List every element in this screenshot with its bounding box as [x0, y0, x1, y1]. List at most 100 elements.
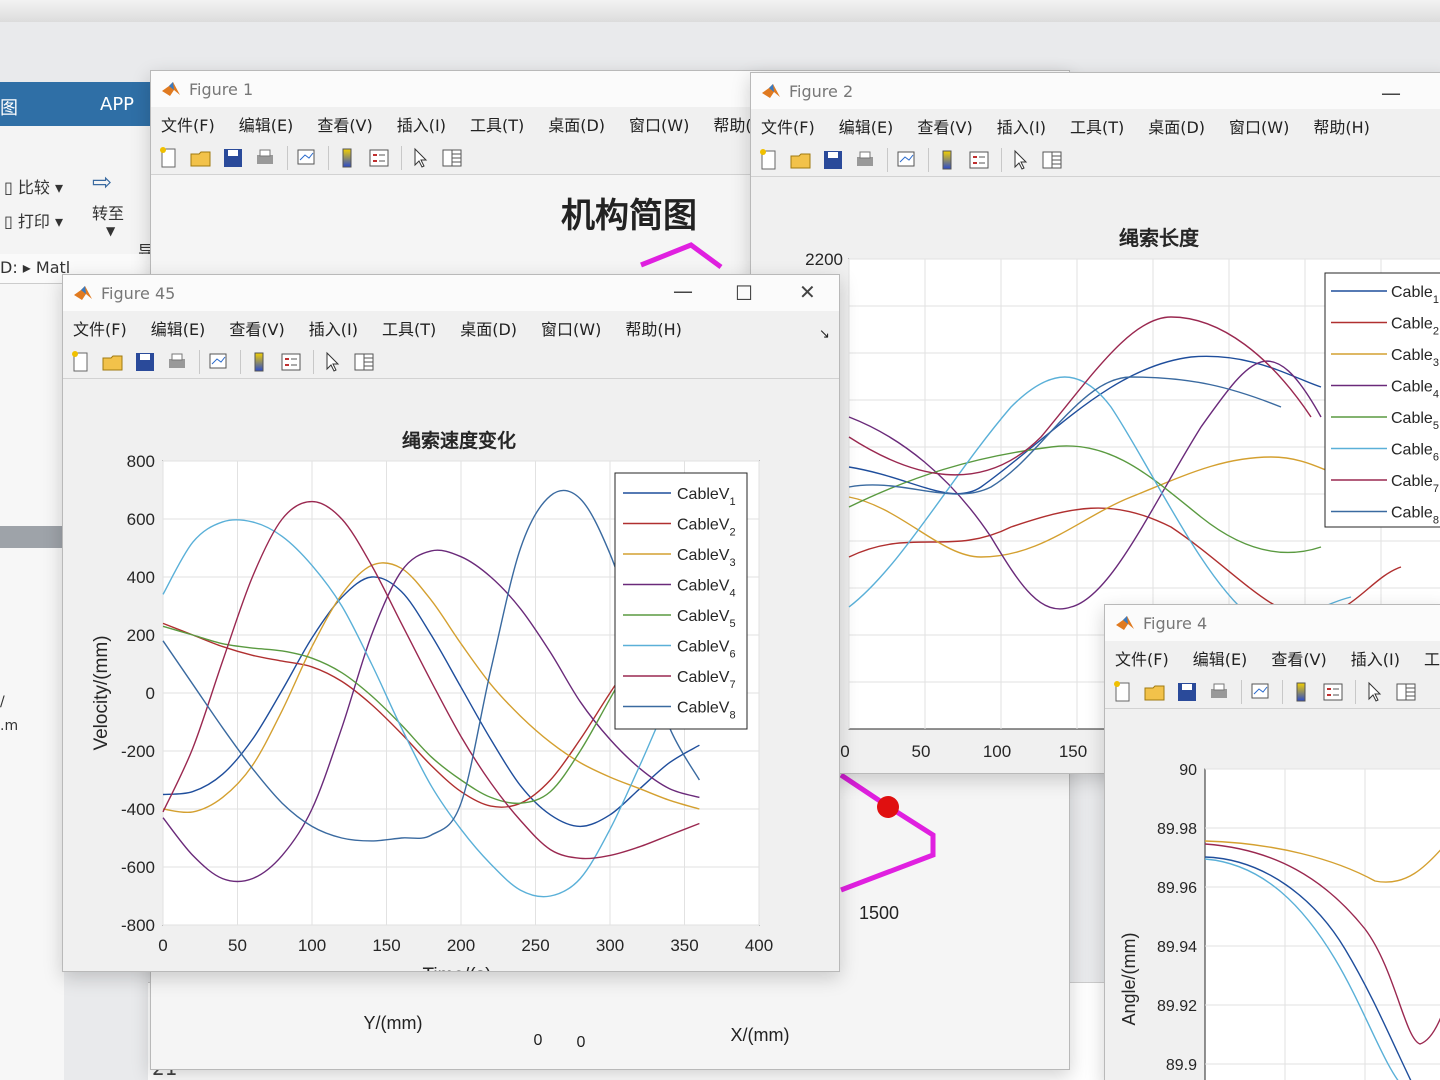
toolbar-separator [1001, 147, 1002, 172]
menu-window[interactable]: 窗口(W) [629, 112, 689, 136]
y-tick-label: 89.94 [1157, 939, 1197, 956]
close-button[interactable]: ✕ [799, 280, 816, 304]
x-tick-label: 100 [298, 936, 326, 955]
figure4-plot: 90 89.98 89.96 89.94 89.92 89.9 Angle/(mm) [1119, 762, 1440, 1080]
menu-edit[interactable]: 编辑(E) [839, 114, 894, 138]
link-plot-icon[interactable] [206, 350, 230, 374]
menu-desktop[interactable]: 桌面(D) [548, 112, 605, 136]
y-tick-label: 400 [127, 568, 155, 587]
matlab-logo-icon [762, 84, 780, 98]
print-icon[interactable] [1207, 680, 1231, 704]
menu-insert[interactable]: 插入(I) [309, 316, 358, 340]
toolbar-separator [1282, 679, 1283, 704]
menu-edit[interactable]: 编辑(E) [151, 316, 206, 340]
menu-insert[interactable]: 插入(I) [397, 112, 446, 136]
menu-view[interactable]: 查看(V) [229, 316, 284, 340]
menu-edit[interactable]: 编辑(E) [239, 112, 294, 136]
menu-file[interactable]: 文件(F) [1115, 646, 1169, 670]
new-file-icon[interactable] [1111, 680, 1135, 704]
plot-browser-icon[interactable] [352, 350, 376, 374]
print-icon[interactable] [853, 148, 877, 172]
print-button[interactable]: ▯ 打印 ▾ [4, 208, 63, 232]
pointer-icon[interactable] [320, 350, 344, 374]
menu-window[interactable]: 窗口(W) [541, 316, 601, 340]
save-icon[interactable] [821, 148, 845, 172]
x-tick-label: 50 [228, 936, 247, 955]
colorbar-icon[interactable] [935, 148, 959, 172]
menu-help[interactable]: 帮助(H) [625, 316, 682, 340]
figure45-titlebar[interactable]: Figure 45 — ☐ ✕ [63, 275, 839, 311]
menu-tools[interactable]: 工具(T) [1070, 114, 1124, 138]
menu-file[interactable]: 文件(F) [761, 114, 815, 138]
menu-view[interactable]: 查看(V) [317, 112, 372, 136]
menu-file[interactable]: 文件(F) [161, 112, 215, 136]
pointer-icon[interactable] [1008, 148, 1032, 172]
menu-desktop[interactable]: 桌面(D) [1148, 114, 1205, 138]
new-file-icon[interactable] [157, 146, 181, 170]
monitor-bezel [0, 0, 1440, 22]
tab-plots[interactable]: 图 [0, 94, 18, 120]
figure4-window[interactable]: Figure 4 文件(F) 编辑(E) 查看(V) 插入(I) 工具(T) 9… [1104, 604, 1440, 1080]
figure2-titlebar[interactable]: Figure 2 — [751, 73, 1440, 109]
y-tick-label: 2200 [805, 250, 843, 269]
pointer-icon[interactable] [1362, 680, 1386, 704]
pointer-icon[interactable] [408, 146, 432, 170]
minimize-button[interactable]: — [1381, 81, 1401, 105]
toolbar-separator [240, 349, 241, 374]
legend-icon[interactable] [967, 148, 991, 172]
mechanism-joint [877, 796, 899, 818]
minimize-button[interactable]: — [673, 279, 693, 303]
plot-browser-icon[interactable] [1040, 148, 1064, 172]
tab-apps[interactable]: APP [100, 94, 134, 115]
print-icon[interactable] [253, 146, 277, 170]
save-icon[interactable] [133, 350, 157, 374]
save-icon[interactable] [221, 146, 245, 170]
open-folder-icon[interactable] [189, 146, 213, 170]
open-folder-icon[interactable] [1143, 680, 1167, 704]
y-tick-label: 90 [1179, 762, 1197, 779]
menu-view[interactable]: 查看(V) [917, 114, 972, 138]
figure4-titlebar[interactable]: Figure 4 [1105, 605, 1440, 641]
plot-area [1204, 768, 1440, 1080]
save-icon[interactable] [1175, 680, 1199, 704]
link-plot-icon[interactable] [1248, 680, 1272, 704]
menu-file[interactable]: 文件(F) [73, 316, 127, 340]
menu-window[interactable]: 窗口(W) [1229, 114, 1289, 138]
colorbar-icon[interactable] [247, 350, 271, 374]
plot-browser-icon[interactable] [440, 146, 464, 170]
link-plot-icon[interactable] [894, 148, 918, 172]
menu-dock-arrow-icon[interactable]: ↘ [819, 327, 830, 342]
open-folder-icon[interactable] [789, 148, 813, 172]
menu-insert[interactable]: 插入(I) [997, 114, 1046, 138]
menu-edit[interactable]: 编辑(E) [1193, 646, 1248, 670]
new-file-icon[interactable] [69, 350, 93, 374]
new-file-icon[interactable] [757, 148, 781, 172]
colorbar-icon[interactable] [1289, 680, 1313, 704]
x-tick-label: 200 [447, 936, 475, 955]
legend-box[interactable] [614, 472, 748, 730]
plot-browser-icon[interactable] [1394, 680, 1418, 704]
menu-tools[interactable]: 工具(T) [470, 112, 524, 136]
open-folder-icon[interactable] [101, 350, 125, 374]
figure45-window[interactable]: Figure 45 — ☐ ✕ 文件(F) 编辑(E) 查看(V) 插入(I) … [62, 274, 840, 972]
side-item[interactable]: / [0, 694, 5, 710]
mechanism-link [839, 772, 936, 893]
colorbar-icon[interactable] [335, 146, 359, 170]
legend-icon[interactable] [1321, 680, 1345, 704]
compare-button[interactable]: ▯ 比较 ▾ [4, 174, 63, 198]
menu-help[interactable]: 帮助(H) [1313, 114, 1370, 138]
y-tick-label: 800 [127, 452, 155, 471]
legend-icon[interactable] [367, 146, 391, 170]
maximize-button[interactable]: ☐ [735, 281, 753, 305]
tick-label: 0 [534, 1032, 543, 1049]
menu-desktop[interactable]: 桌面(D) [460, 316, 517, 340]
menu-tools[interactable]: 工具(T) [1424, 646, 1440, 670]
link-plot-icon[interactable] [294, 146, 318, 170]
print-icon[interactable] [165, 350, 189, 374]
legend-icon[interactable] [279, 350, 303, 374]
goto-button[interactable]: 转至 [92, 200, 124, 224]
menu-tools[interactable]: 工具(T) [382, 316, 436, 340]
menu-insert[interactable]: 插入(I) [1351, 646, 1400, 670]
side-item[interactable]: .m [0, 718, 18, 734]
menu-view[interactable]: 查看(V) [1271, 646, 1326, 670]
